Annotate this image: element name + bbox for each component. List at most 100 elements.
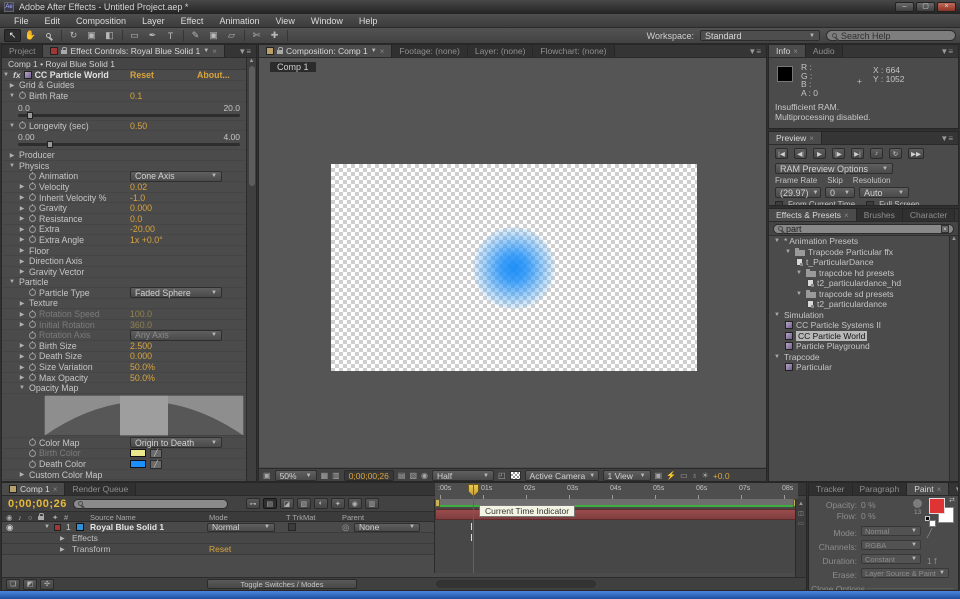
twirl-closed-icon[interactable]: ▶ <box>18 258 26 265</box>
stopwatch-icon[interactable] <box>29 364 36 371</box>
menu-composition[interactable]: Composition <box>68 14 134 28</box>
stopwatch-icon[interactable] <box>29 311 36 318</box>
ram-preview-options-dropdown[interactable]: RAM Preview Options▼ <box>775 163 893 174</box>
brush-tool[interactable]: ✎ <box>187 29 204 42</box>
tree-item-trapcode[interactable]: ▼Trapcode <box>769 352 958 363</box>
param-row-death-size[interactable]: ▶Death Size0.000 <box>2 352 256 363</box>
stopwatch-icon[interactable] <box>29 342 36 349</box>
grid-options-icon[interactable]: ▦ <box>321 471 329 480</box>
stopwatch-icon[interactable] <box>29 353 36 360</box>
from-current-time-checkbox[interactable] <box>775 201 783 207</box>
tab-flowchart[interactable]: Flowchart: (none) <box>533 45 614 57</box>
tab-audio[interactable]: Audio <box>806 45 843 57</box>
param-value[interactable]: 50.0% <box>130 362 155 372</box>
tab-layer[interactable]: Layer: (none) <box>468 45 534 57</box>
param-row-grid-guides[interactable]: ▶Grid & Guides <box>2 81 256 92</box>
fast-previews-icon[interactable]: ⚡ <box>666 471 676 480</box>
hand-tool[interactable]: ✋ <box>22 29 39 42</box>
twirl-closed-icon[interactable]: ▶ <box>18 205 26 212</box>
loop-button[interactable]: ↻ <box>889 148 902 159</box>
panel-menu-icon[interactable]: ▼≡ <box>743 45 766 57</box>
show-snapshot-icon[interactable]: ▧ <box>409 471 417 480</box>
tree-item-trapcode-particular-ffx[interactable]: ▼Trapcode Particular ffx <box>769 247 958 258</box>
param-row-physics[interactable]: ▼Physics <box>2 161 256 172</box>
tree-item-cc-particle-systems-ii[interactable]: CC Particle Systems II <box>769 320 958 331</box>
effect-header-row[interactable]: ▼ fx CC Particle World Reset About... <box>2 70 256 81</box>
play-button[interactable]: ▶ <box>813 148 826 159</box>
param-slider[interactable]: 0.004.00 <box>2 131 256 150</box>
foreground-color-swatch[interactable] <box>929 498 945 514</box>
next-frame-button[interactable]: |▶ <box>832 148 845 159</box>
twirl-closed-icon[interactable]: ▶ <box>18 247 26 254</box>
clear-search-icon[interactable]: × <box>941 225 949 233</box>
draft-3d-icon[interactable]: ▤ <box>263 498 277 509</box>
tab-character[interactable]: Character <box>903 209 955 221</box>
menu-layer[interactable]: Layer <box>134 14 173 28</box>
twirl-closed-icon[interactable]: ▶ <box>18 183 26 190</box>
stopwatch-icon[interactable] <box>29 374 36 381</box>
layer-name[interactable]: Royal Blue Solid 1 <box>90 522 164 532</box>
default-colors-icon[interactable] <box>925 516 930 521</box>
about-link[interactable]: About... <box>197 70 230 80</box>
close-tab-icon[interactable]: × <box>212 47 217 56</box>
param-value[interactable]: 100.0 <box>130 309 152 319</box>
param-row-producer[interactable]: ▶Producer <box>2 150 256 161</box>
prev-frame-button[interactable]: ◀| <box>794 148 807 159</box>
rotate-tool[interactable]: ↻ <box>65 29 82 42</box>
twirl-open-icon[interactable]: ▼ <box>8 123 16 129</box>
stopwatch-icon[interactable] <box>29 461 36 468</box>
param-row-max-opacity[interactable]: ▶Max Opacity50.0% <box>2 373 256 384</box>
type-tool[interactable]: T <box>162 29 179 42</box>
twirl-closed-icon[interactable]: ▶ <box>60 546 65 553</box>
duration-frames[interactable]: 1 f <box>927 556 936 566</box>
birth-color-swatch[interactable] <box>130 449 146 457</box>
twirl-closed-icon[interactable]: ▶ <box>18 215 26 222</box>
twirl-open-icon[interactable]: ▼ <box>2 72 10 78</box>
audio-button[interactable]: ♪ <box>870 148 883 159</box>
pan-behind-tool[interactable]: ◧ <box>101 29 118 42</box>
puppet-pin-tool[interactable]: ✚ <box>266 29 283 42</box>
effects-scrollbar[interactable]: ▲ <box>949 236 958 482</box>
composition-viewer[interactable] <box>259 58 766 467</box>
param-row-longevity-sec[interactable]: ▼Longevity (sec)0.50 <box>2 121 256 132</box>
twirl-open-icon[interactable]: ▼ <box>8 93 16 99</box>
twirl-closed-icon[interactable]: ▶ <box>18 364 26 371</box>
current-time-indicator-line[interactable] <box>473 483 474 573</box>
eyedropper-icon[interactable]: ╱ <box>150 460 162 469</box>
snapshot-icon[interactable]: ▤ <box>398 471 406 480</box>
always-preview-icon[interactable]: ▣ <box>263 471 271 480</box>
tab-render-queue[interactable]: Render Queue <box>65 483 136 495</box>
maximize-button[interactable]: ▢ <box>916 2 935 12</box>
twirl-open-icon[interactable]: ▼ <box>796 270 803 276</box>
resolution-dropdown[interactable]: Half▼ <box>432 470 494 481</box>
skip-dropdown[interactable]: 0▼ <box>825 187 855 198</box>
region-of-interest-icon[interactable]: ◰ <box>498 471 506 480</box>
menu-window[interactable]: Window <box>303 14 351 28</box>
param-row-birth-size[interactable]: ▶Birth Size2.500 <box>2 341 256 352</box>
tree-item-t2-particulardance[interactable]: t2_particulardance <box>769 299 958 310</box>
full-screen-checkbox[interactable] <box>866 201 874 207</box>
exposure-icon[interactable]: ☀ <box>702 471 709 480</box>
stopwatch-icon[interactable] <box>29 450 36 457</box>
channels-icon[interactable]: ◉ <box>421 471 428 480</box>
stopwatch-icon[interactable] <box>29 332 36 339</box>
tab-preview[interactable]: Preview× <box>769 132 822 144</box>
twirl-closed-icon[interactable]: ▶ <box>18 226 26 233</box>
twirl-open-icon[interactable]: ▼ <box>774 312 781 318</box>
timeline-right-scrollbar[interactable]: ▲◫▭ <box>795 499 806 579</box>
tree-item-trapcode-sd-presets[interactable]: ▼trapcode sd presets <box>769 289 958 300</box>
duration-dropdown[interactable]: Constant▼ <box>861 554 921 564</box>
workspace-dropdown[interactable]: Standard▼ <box>700 30 820 41</box>
menu-file[interactable]: File <box>6 14 37 28</box>
effect-controls-scrollbar[interactable]: ▲ <box>246 58 256 482</box>
death-color-swatch[interactable] <box>130 460 146 468</box>
paint-mode-dropdown[interactable]: Normal▼ <box>861 526 921 536</box>
twirl-closed-icon[interactable]: ▶ <box>18 194 26 201</box>
twirl-open-icon[interactable]: ▼ <box>785 249 792 255</box>
param-row-velocity[interactable]: ▶Velocity0.02 <box>2 182 256 193</box>
rotation-axis-dropdown[interactable]: Any Axis▼ <box>130 330 222 341</box>
expand-layers-icon[interactable]: ❏ <box>6 579 20 590</box>
menu-animation[interactable]: Animation <box>211 14 267 28</box>
shy-toggle-icon[interactable]: ◩ <box>23 579 37 590</box>
tab-paint[interactable]: Paint× <box>907 483 949 495</box>
